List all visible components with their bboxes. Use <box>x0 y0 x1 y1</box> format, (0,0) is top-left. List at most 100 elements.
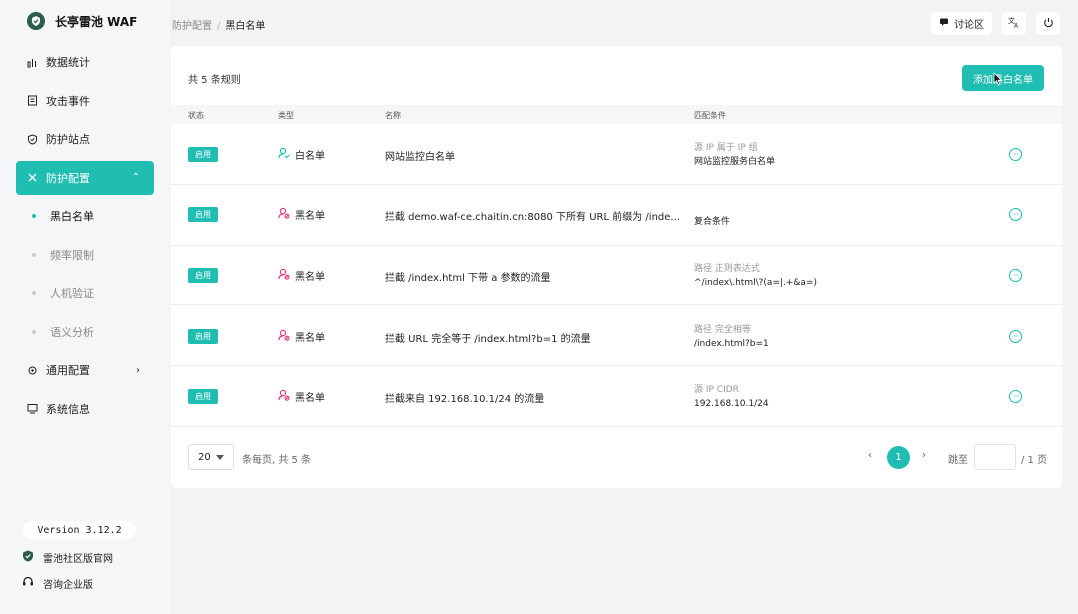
condition-type: 源 IP CIDR <box>694 385 739 395</box>
blacklist-icon <box>278 207 290 222</box>
sidebar-item-label: 防护配置 <box>46 171 90 185</box>
document-icon <box>26 95 38 107</box>
rule-type: 黑名单 <box>278 207 325 222</box>
table-row[interactable]: 启用 黑名单 拦截 demo.waf-ce.chaitin.cn:8080 下所… <box>171 185 1062 246</box>
sidebar-item-label: 数据统计 <box>46 56 90 69</box>
discussion-button[interactable]: 讨论区 <box>931 12 992 35</box>
add-rule-button[interactable]: 添加黑白名单 <box>962 65 1044 91</box>
more-options-icon[interactable]: ··· <box>1009 208 1022 221</box>
language-button[interactable]: 文A <box>1002 12 1026 35</box>
sidebar-item-label: 防护站点 <box>46 133 90 146</box>
breadcrumb-parent[interactable]: 防护配置 <box>172 21 212 32</box>
status-badge: 启用 <box>188 207 218 222</box>
rule-type: 黑名单 <box>278 329 325 344</box>
condition-value: 192.168.10.1/24 <box>694 399 769 409</box>
rule-type-label: 黑名单 <box>295 333 325 344</box>
rule-type: 黑名单 <box>278 268 325 283</box>
page-info: 条每页, 共 5 条 <box>242 455 312 466</box>
headset-icon <box>22 576 34 591</box>
shield-icon <box>26 133 38 145</box>
sidebar-menu: 数据统计 攻击事件 防护站点 防护配置 ⌃ 黑白名单 频率限制 人机验证 语义分… <box>16 45 154 430</box>
logout-button[interactable] <box>1036 12 1060 35</box>
jump-page-input[interactable] <box>974 444 1016 470</box>
safeline-shield-icon <box>22 550 34 565</box>
table-row[interactable]: 启用 白名单 网站监控白名单 源 IP 属于 IP 组 网站监控服务白名单 ··… <box>171 124 1062 185</box>
condition-value: 网站监控服务白名单 <box>694 157 776 167</box>
column-name: 名称 <box>385 111 401 120</box>
sidebar-subitem-label: 人机验证 <box>50 287 94 300</box>
blacklist-icon <box>278 389 290 404</box>
sidebar-item-general-config[interactable]: 通用配置 › <box>16 353 154 387</box>
enterprise-consult-link[interactable]: 咨询企业版 <box>22 576 93 591</box>
more-options-icon[interactable]: ··· <box>1009 148 1022 161</box>
bar-chart-icon <box>26 56 38 68</box>
more-options-icon[interactable]: ··· <box>1009 330 1022 343</box>
condition-value: /index.html?b=1 <box>694 339 769 349</box>
status-badge: 启用 <box>188 147 218 162</box>
chat-icon <box>939 17 949 30</box>
chevron-right-icon: › <box>136 364 140 376</box>
rule-name: 拦截来自 192.168.10.1/24 的流量 <box>385 394 545 405</box>
page-size-select[interactable]: 20 <box>188 444 234 470</box>
app-logo[interactable]: 长亭雷池 WAF <box>27 12 137 30</box>
column-status: 状态 <box>188 111 204 120</box>
safeline-community-link[interactable]: 雷池社区版官网 <box>22 550 113 565</box>
dot-icon <box>32 291 36 295</box>
translate-icon: 文A <box>1008 16 1020 31</box>
condition-type: 源 IP 属于 IP 组 <box>694 143 758 153</box>
power-icon <box>1043 17 1054 31</box>
table-row[interactable]: 启用 黑名单 拦截 /index.html 下带 a 参数的流量 路径 正则表达… <box>171 244 1062 305</box>
sidebar-subitem-label: 语义分析 <box>50 325 94 339</box>
sidebar-item-attack-events[interactable]: 攻击事件 <box>16 84 154 118</box>
rule-condition: 路径 完全相等 /index.html?b=1 <box>694 323 769 351</box>
rule-condition: 路径 正则表达式 ^/index\.html\?(a=|.+&a=) <box>694 262 817 290</box>
sidebar-item-label: 攻击事件 <box>46 94 90 108</box>
prev-page-icon[interactable]: ‹ <box>868 450 872 461</box>
condition-type <box>694 201 730 215</box>
sidebar-item-label: 系统信息 <box>46 402 90 416</box>
dot-icon <box>32 329 36 334</box>
status-badge: 启用 <box>188 329 218 344</box>
more-options-icon[interactable]: ··· <box>1009 390 1022 403</box>
foot-link-label: 雷池社区版官网 <box>43 554 113 565</box>
total-pages-label: / 1 页 <box>1021 455 1048 466</box>
rule-name: 拦截 URL 完全等于 /index.html?b=1 的流量 <box>385 334 591 345</box>
sidebar-item-protected-sites[interactable]: 防护站点 <box>16 122 154 156</box>
sidebar-item-statistics[interactable]: 数据统计 <box>16 45 154 79</box>
next-page-icon[interactable]: › <box>922 450 926 461</box>
jump-label: 跳至 <box>948 455 968 466</box>
sidebar-item-protection-config[interactable]: 防护配置 ⌃ <box>16 160 154 195</box>
sidebar-subitem-semantic-analysis[interactable]: 语义分析 <box>16 315 154 349</box>
condition-type: 路径 正则表达式 <box>694 264 760 274</box>
sidebar-subitem-black-white-list[interactable]: 黑白名单 <box>16 199 154 233</box>
condition-type: 路径 完全相等 <box>694 325 751 335</box>
blacklist-icon <box>278 329 290 344</box>
svg-text:A: A <box>1014 23 1019 29</box>
rule-name: 拦截 /index.html 下带 a 参数的流量 <box>385 273 551 284</box>
sidebar-subitem-captcha[interactable]: 人机验证 <box>16 276 154 310</box>
column-type: 类型 <box>278 111 294 120</box>
condition-value: 复合条件 <box>694 217 731 227</box>
top-actions: 讨论区 文A <box>931 12 1060 35</box>
table-row[interactable]: 启用 黑名单 拦截 URL 完全等于 /index.html?b=1 的流量 路… <box>171 305 1062 366</box>
rule-type: 黑名单 <box>278 389 325 404</box>
table-header: 状态 类型 名称 匹配条件 <box>171 105 1062 124</box>
chevron-up-icon: ⌃ <box>131 172 140 183</box>
rule-name: 拦截 demo.waf-ce.chaitin.cn:8080 下所有 URL 前… <box>385 212 685 223</box>
rule-name: 网站监控白名单 <box>385 152 455 163</box>
rule-condition: 源 IP CIDR 192.168.10.1/24 <box>694 383 769 411</box>
foot-link-label: 咨询企业版 <box>43 580 93 591</box>
dot-icon <box>32 252 36 257</box>
table-row[interactable]: 启用 黑名单 拦截来自 192.168.10.1/24 的流量 源 IP CID… <box>171 366 1062 427</box>
status-badge: 启用 <box>188 389 218 404</box>
sidebar-subitem-label: 黑白名单 <box>50 210 94 223</box>
sidebar: 长亭雷池 WAF 数据统计 攻击事件 防护站点 防护配置 ⌃ 黑白名单 频率限制… <box>0 0 170 614</box>
page-number-current[interactable]: 1 <box>887 446 910 469</box>
gear-icon <box>26 364 38 376</box>
sidebar-item-system-info[interactable]: 系统信息 <box>16 392 154 426</box>
column-condition: 匹配条件 <box>694 111 726 120</box>
more-options-icon[interactable]: ··· <box>1009 269 1022 282</box>
sidebar-subitem-rate-limit[interactable]: 频率限制 <box>16 238 154 272</box>
rules-card: 共 5 条规则 添加黑白名单 状态 类型 名称 匹配条件 启用 白名单 网站监控… <box>171 46 1062 488</box>
rule-type-label: 白名单 <box>295 151 325 162</box>
